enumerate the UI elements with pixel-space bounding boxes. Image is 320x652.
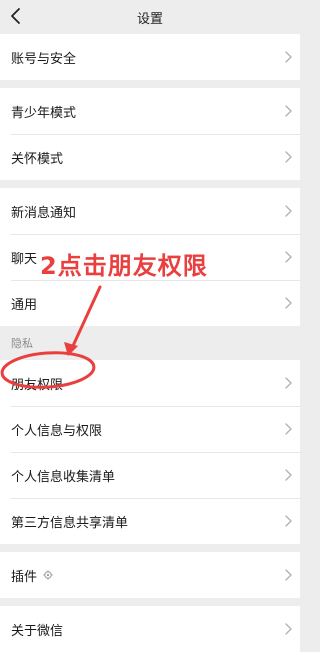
row-label: 朋友权限 <box>11 377 64 393</box>
chevron-right-icon <box>285 205 292 217</box>
row-account-security[interactable]: 账号与安全 <box>0 34 300 80</box>
row-label: 青少年模式 <box>11 105 77 121</box>
plugins-label: 插件 <box>11 569 38 585</box>
row-label: 插件 <box>11 566 283 585</box>
chevron-right-icon <box>285 105 292 117</box>
nav-bar: 设置 <box>0 0 300 34</box>
row-label: 新消息通知 <box>11 205 77 221</box>
group-plugins: 插件 <box>0 552 300 598</box>
row-care-mode[interactable]: 关怀模式 <box>0 134 300 180</box>
group-account: 账号与安全 <box>0 34 300 80</box>
row-personal-info-permissions[interactable]: 个人信息与权限 <box>0 406 300 452</box>
row-label: 个人信息与权限 <box>11 423 103 439</box>
chevron-right-icon <box>285 623 292 635</box>
row-plugins[interactable]: 插件 <box>0 552 300 598</box>
chevron-right-icon <box>285 569 292 581</box>
chevron-right-icon <box>285 469 292 481</box>
section-label-privacy: 隐私 <box>0 326 300 360</box>
group-privacy: 朋友权限 个人信息与权限 个人信息收集清单 第三方信息共享清单 <box>0 360 300 544</box>
chevron-right-icon <box>285 51 292 63</box>
gear-icon <box>43 570 53 580</box>
row-label: 通用 <box>11 297 38 313</box>
row-about-wechat[interactable]: 关于微信 <box>0 606 300 652</box>
group-modes: 青少年模式 关怀模式 <box>0 88 300 180</box>
chevron-right-icon <box>285 151 292 163</box>
annotation-text: 2点击朋友权限 <box>40 252 208 280</box>
page-title: 设置 <box>136 12 163 27</box>
row-teen-mode[interactable]: 青少年模式 <box>0 88 300 134</box>
row-friend-permissions[interactable]: 朋友权限 <box>0 360 300 406</box>
row-label: 个人信息收集清单 <box>11 469 116 485</box>
group-about: 关于微信 <box>0 606 300 652</box>
row-label: 关怀模式 <box>11 151 64 167</box>
row-personal-info-collection-list[interactable]: 个人信息收集清单 <box>0 452 300 498</box>
row-new-message-notification[interactable]: 新消息通知 <box>0 188 300 234</box>
chevron-right-icon <box>285 423 292 435</box>
chevron-right-icon <box>285 377 292 389</box>
chevron-right-icon <box>285 515 292 527</box>
row-label: 账号与安全 <box>11 51 77 67</box>
chevron-right-icon <box>285 297 292 309</box>
row-label: 第三方信息共享清单 <box>11 515 129 531</box>
row-third-party-sharing-list[interactable]: 第三方信息共享清单 <box>0 498 300 544</box>
row-label: 关于微信 <box>11 623 64 639</box>
row-general[interactable]: 通用 <box>0 280 300 326</box>
chevron-right-icon <box>285 251 292 263</box>
